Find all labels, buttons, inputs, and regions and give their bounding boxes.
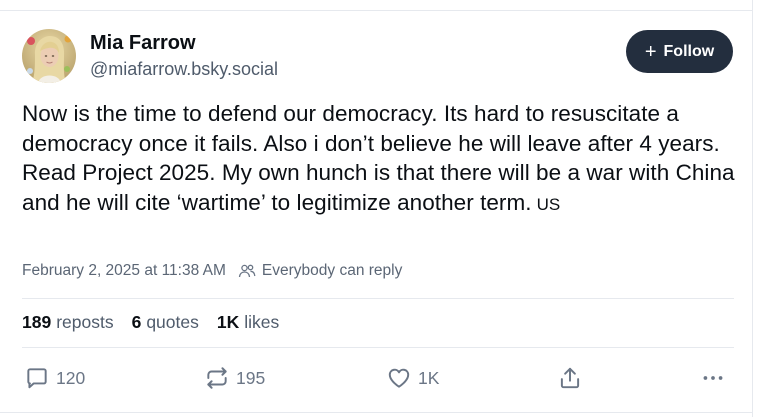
avatar[interactable] <box>22 29 76 83</box>
reply-setting: Everybody can reply <box>261 262 403 279</box>
repost-button[interactable]: 195 <box>204 365 265 391</box>
quotes-stat[interactable]: 6 quotes <box>132 312 199 333</box>
like-count: 1K <box>418 367 440 388</box>
heart-icon <box>388 368 410 388</box>
people-icon <box>238 263 256 279</box>
post-body: Now is the time to defend our democracy.… <box>22 99 737 219</box>
follow-button-label: Follow <box>663 42 715 60</box>
frame-right-border <box>752 0 753 417</box>
post-timestamp[interactable]: February 2, 2025 at 11:38 AM <box>22 262 226 280</box>
frame-bottom-border <box>0 412 752 413</box>
repost-count: 195 <box>236 367 266 388</box>
post-text: Now is the time to defend our democracy.… <box>22 101 735 215</box>
reposts-stat[interactable]: 189 reposts <box>22 312 114 333</box>
frame-top-border <box>0 10 752 11</box>
divider <box>22 347 734 348</box>
like-button[interactable]: 1K <box>386 365 439 391</box>
language-tag: US <box>536 194 561 214</box>
share-icon <box>560 367 580 389</box>
plus-icon: + <box>644 40 657 63</box>
engagement-stats: 189 reposts 6 quotes 1K likes <box>22 312 297 333</box>
reply-button[interactable]: 120 <box>24 365 85 391</box>
divider <box>22 298 734 299</box>
author-name[interactable]: Mia Farrow <box>90 32 196 55</box>
more-options-button[interactable] <box>700 365 732 391</box>
reply-count: 120 <box>56 367 86 388</box>
share-button[interactable] <box>557 365 589 391</box>
post-meta: February 2, 2025 at 11:38 AM Everybody c… <box>22 262 402 280</box>
author-handle[interactable]: @miafarrow.bsky.social <box>90 59 278 80</box>
reply-icon <box>27 368 47 389</box>
likes-stat[interactable]: 1K likes <box>217 312 279 333</box>
avatar-image <box>22 29 76 83</box>
repost-icon <box>207 367 227 389</box>
follow-button[interactable]: + Follow <box>626 30 733 73</box>
more-icon <box>703 376 723 380</box>
